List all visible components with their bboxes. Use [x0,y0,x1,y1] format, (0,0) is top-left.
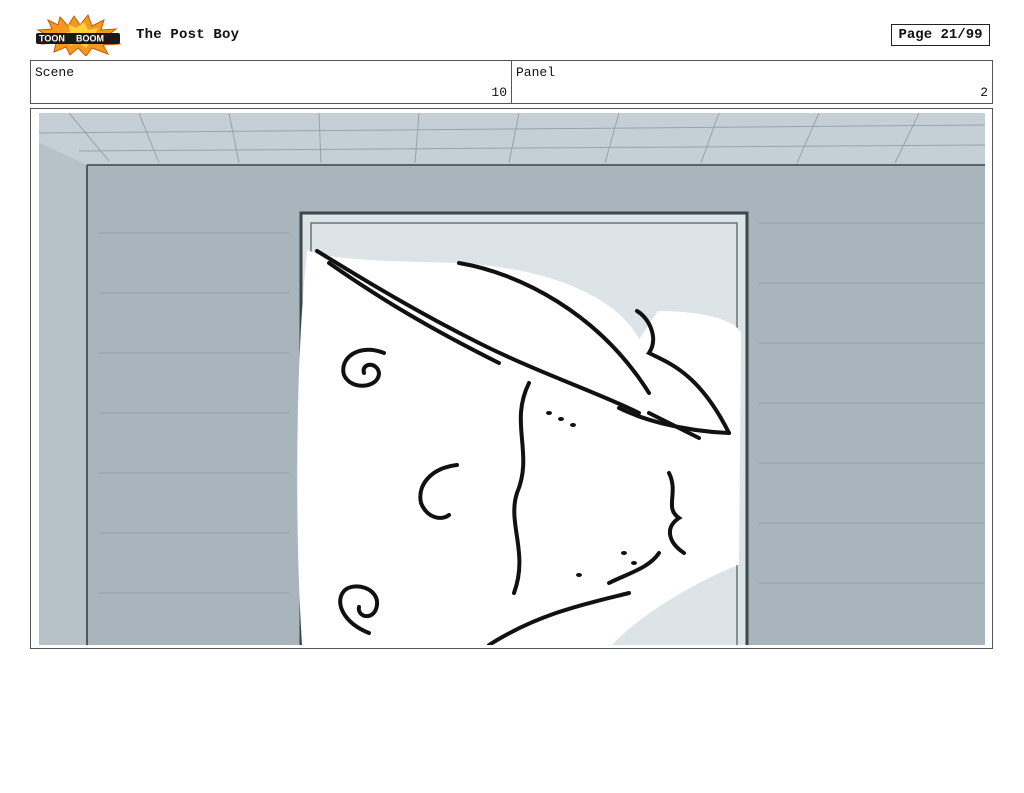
svg-text:TOON: TOON [39,34,65,44]
panel-value: 2 [980,85,988,100]
svg-text:BOOM: BOOM [76,34,104,44]
scene-label: Scene [35,65,75,80]
document-title: The Post Boy [136,27,240,43]
scene-value: 10 [491,85,507,100]
panel-label: Panel [516,65,556,80]
page-indicator: Page 21/99 [891,24,990,46]
panel-cell: Panel 2 [511,61,992,103]
toon-boom-logo: TOON BOOM [36,14,122,56]
scene-cell: Scene 10 [31,61,511,103]
scene-panel-info: Scene 10 Panel 2 [30,60,993,104]
storyboard-panel-image [39,113,985,645]
